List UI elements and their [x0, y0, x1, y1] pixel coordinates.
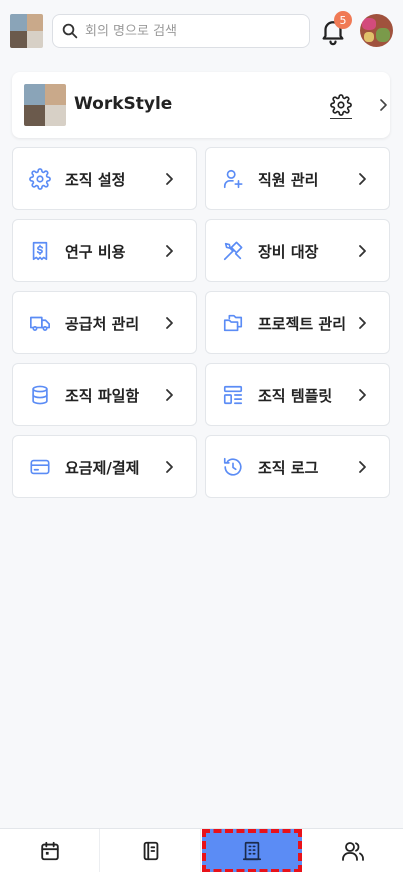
chevron-right-icon: [166, 173, 173, 185]
organization-thumbnail: [24, 84, 66, 126]
truck-icon: [30, 316, 50, 331]
gear-icon: [29, 168, 51, 190]
chevron-right-icon: [166, 461, 173, 473]
menu-card-billing[interactable]: 요금제/결제: [12, 435, 197, 498]
chevron-right-icon: [359, 245, 366, 257]
chevron-right-icon: [359, 389, 366, 401]
chevron-right-icon: [166, 245, 173, 257]
organization-name: WorkStyle: [74, 94, 173, 114]
menu-card-staff-management[interactable]: 직원 관리: [205, 147, 390, 210]
notebook-icon: [143, 841, 158, 861]
search-box[interactable]: [52, 14, 310, 48]
menu-label: 조직 파일함: [65, 387, 140, 405]
menu-label: 공급처 관리: [65, 315, 140, 333]
notification-badge: 5: [334, 11, 352, 29]
menu-label: 프로젝트 관리: [258, 315, 347, 333]
nav-users[interactable]: [303, 829, 403, 872]
calendar-icon: [40, 841, 59, 861]
folders-icon: [223, 314, 243, 332]
nav-notebook[interactable]: [101, 829, 201, 872]
organization-card[interactable]: WorkStyle: [12, 72, 390, 138]
org-logo-thumbnail[interactable]: [10, 14, 43, 48]
history-icon: [223, 457, 242, 476]
menu-label: 장비 대장: [258, 243, 319, 261]
menu-card-project-management[interactable]: 프로젝트 관리: [205, 291, 390, 354]
search-input[interactable]: [85, 23, 295, 39]
chevron-right-icon: [359, 317, 366, 329]
building-icon: [242, 841, 262, 861]
bottom-navigation: [0, 828, 403, 872]
search-icon: [62, 23, 78, 39]
tools-icon: [223, 241, 243, 261]
menu-label: 조직 템플릿: [258, 387, 333, 405]
menu-label: 조직 로그: [258, 459, 319, 477]
menu-card-supplier-management[interactable]: 공급처 관리: [12, 291, 197, 354]
menu-card-org-settings[interactable]: 조직 설정: [12, 147, 197, 210]
menu-card-org-files[interactable]: 조직 파일함: [12, 363, 197, 426]
menu-card-org-templates[interactable]: 조직 템플릿: [205, 363, 390, 426]
gear-icon[interactable]: [330, 94, 352, 116]
chevron-right-icon: [359, 461, 366, 473]
menu-label: 요금제/결제: [65, 459, 140, 477]
user-add-icon: [223, 169, 243, 189]
top-bar: 5: [0, 0, 403, 62]
chevron-right-icon: [166, 389, 173, 401]
menu-label: 직원 관리: [258, 171, 319, 189]
users-icon: [342, 842, 364, 861]
menu-label: 조직 설정: [65, 171, 126, 189]
avatar[interactable]: [360, 14, 393, 47]
nav-calendar[interactable]: [0, 829, 100, 872]
menu-card-research-cost[interactable]: 연구 비용: [12, 219, 197, 282]
chevron-right-icon: [359, 173, 366, 185]
gear-underline: [330, 118, 352, 119]
database-icon: [32, 385, 48, 405]
chevron-right-icon: [166, 317, 173, 329]
receipt-dollar-icon: [32, 241, 48, 261]
menu-card-equipment-ledger[interactable]: 장비 대장: [205, 219, 390, 282]
nav-organization[interactable]: [202, 829, 302, 872]
menu-label: 연구 비용: [65, 243, 126, 261]
chevron-right-icon: [380, 99, 387, 111]
menu-card-org-log[interactable]: 조직 로그: [205, 435, 390, 498]
template-icon: [223, 385, 243, 405]
credit-card-icon: [30, 459, 50, 475]
